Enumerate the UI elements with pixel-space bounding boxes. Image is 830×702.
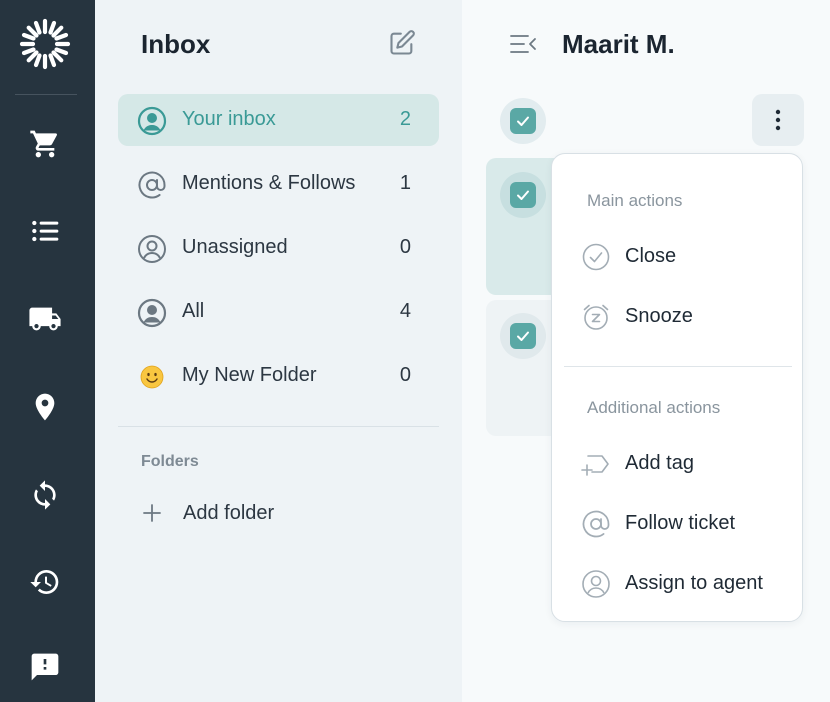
folder-count: 0 — [399, 236, 411, 258]
rail-divider — [15, 94, 77, 95]
more-actions-button[interactable] — [752, 94, 804, 146]
cart-icon[interactable] — [28, 127, 62, 161]
nav-rail — [0, 0, 95, 702]
menu-item-follow-ticket[interactable]: Follow ticket — [552, 499, 802, 549]
folder-label: Your inbox — [182, 108, 276, 130]
folder-label: Unassigned — [182, 236, 288, 258]
folder-label: All — [182, 300, 205, 322]
user-circle-icon — [137, 106, 167, 136]
at-sign-icon — [137, 170, 167, 200]
menu-item-label: Follow ticket — [625, 512, 736, 534]
user-circle-icon — [580, 568, 612, 600]
truck-icon[interactable] — [28, 302, 62, 336]
folder-divider — [118, 426, 439, 427]
folder-item-your-inbox[interactable]: Your inbox 2 — [118, 94, 439, 146]
smiley-emoji-icon — [137, 362, 167, 392]
folder-item-my-new-folder[interactable]: My New Folder 0 — [118, 350, 439, 402]
ticket-checkbox[interactable] — [500, 313, 546, 359]
check-circle-icon — [580, 241, 612, 273]
user-circle-filled-icon — [137, 298, 167, 328]
folder-panel: Inbox Your inbox 2 Mentions & Follows 1 … — [95, 0, 462, 702]
folder-item-unassigned[interactable]: Unassigned 0 — [118, 222, 439, 274]
at-sign-icon — [580, 508, 612, 540]
add-folder-button[interactable]: Add folder — [141, 498, 274, 528]
menu-item-assign-to-agent[interactable]: Assign to agent — [552, 559, 802, 609]
menu-item-label: Close — [625, 245, 677, 267]
menu-item-close[interactable]: Close — [552, 232, 802, 282]
additional-actions-heading: Additional actions — [587, 398, 721, 417]
collapse-sidebar-icon[interactable] — [508, 31, 538, 57]
folder-item-mentions-follows[interactable]: Mentions & Follows 1 — [118, 158, 439, 210]
inbox-title: Inbox — [141, 29, 211, 59]
folder-label: Mentions & Follows — [182, 172, 356, 194]
menu-item-add-tag[interactable]: Add tag — [552, 439, 802, 489]
folder-count: 2 — [399, 108, 411, 130]
select-all-checkbox[interactable] — [500, 98, 546, 144]
add-tag-icon — [580, 448, 612, 480]
alarm-clock-icon — [580, 301, 612, 333]
menu-item-label: Add tag — [625, 452, 694, 474]
menu-item-label: Assign to agent — [625, 572, 763, 594]
folder-count: 4 — [399, 300, 411, 322]
ticket-checkbox[interactable] — [500, 172, 546, 218]
list-icon[interactable] — [28, 214, 62, 248]
menu-item-snooze[interactable]: Snooze — [552, 292, 802, 342]
history-icon[interactable] — [28, 565, 62, 599]
folder-label: My New Folder — [182, 364, 317, 386]
compose-icon[interactable] — [388, 29, 416, 57]
feedback-icon[interactable] — [28, 650, 62, 684]
sync-icon[interactable] — [28, 478, 62, 512]
checkbox-checked — [510, 323, 536, 349]
actions-dropdown-menu: Main actions Close Snooze Additional act… — [551, 153, 803, 622]
folders-section-label: Folders — [141, 453, 199, 470]
folder-item-all[interactable]: All 4 — [118, 286, 439, 338]
map-pin-icon[interactable] — [28, 390, 62, 424]
add-folder-label: Add folder — [183, 501, 275, 524]
menu-divider — [564, 366, 792, 367]
main-actions-heading: Main actions — [587, 191, 683, 210]
user-circle-outline-icon — [137, 234, 167, 264]
menu-item-label: Snooze — [625, 305, 693, 327]
sunburst-logo-icon[interactable] — [17, 16, 73, 72]
kebab-icon — [775, 109, 781, 131]
folder-count: 0 — [399, 364, 411, 386]
checkbox-checked — [510, 182, 536, 208]
checkbox-checked — [510, 108, 536, 134]
plus-icon — [143, 504, 161, 522]
folder-count: 1 — [399, 172, 411, 194]
contact-name: Maarit M. — [562, 29, 675, 59]
